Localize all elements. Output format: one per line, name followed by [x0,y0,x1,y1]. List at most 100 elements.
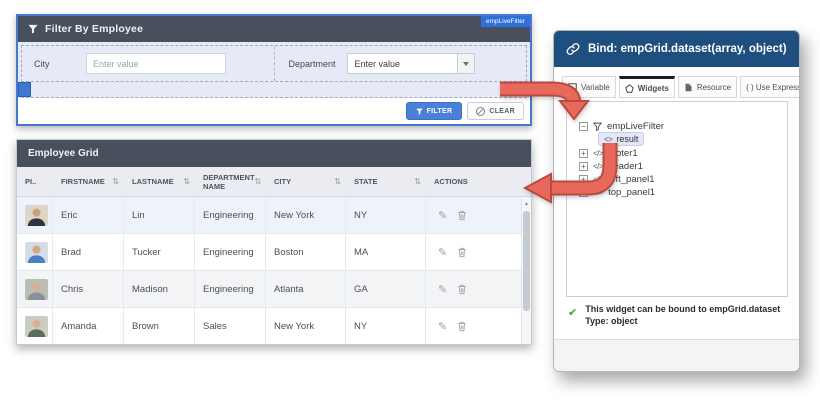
table-row[interactable]: Eric Lin Engineering New York NY ✎ [17,197,531,234]
department-select-value: Enter value [348,59,457,69]
bind-message-line1: This widget can be bound to empGrid.data… [585,303,780,315]
filter-button[interactable]: FILTER [406,102,463,120]
filter-panel-header: Filter By Employee empLiveFilter [18,16,530,42]
city-cell: New York [266,308,346,344]
filter-button-label: FILTER [427,108,453,115]
picture-cell [17,197,53,233]
state-cell: MA [346,234,426,270]
edit-icon[interactable]: ✎ [438,283,447,296]
scrollbar-thumb[interactable] [523,211,530,311]
tree-item-left-panel1[interactable]: + </> left_panel1 [579,173,787,185]
expand-toggle-icon[interactable]: + [579,162,588,171]
delete-icon[interactable] [457,321,467,332]
filter-fields-row: City Department Enter value [21,45,527,82]
edit-icon[interactable]: ✎ [438,320,447,333]
column-header-firstname[interactable]: FIRSTNAME ⇅ [53,167,124,196]
sort-icon[interactable]: ⇅ [112,177,119,186]
chevron-down-icon [457,54,474,73]
tree-item-footer1[interactable]: + </> footer1 [579,147,787,159]
state-cell: NY [346,197,426,233]
department-cell: Engineering [195,271,266,307]
sort-icon[interactable]: ⇅ [334,177,341,186]
variable-icon [568,83,577,92]
delete-icon[interactable] [457,210,467,221]
tree-item-top-panel1[interactable]: + </> top_panel1 [579,186,787,198]
collapse-toggle-icon[interactable]: − [579,122,588,131]
lastname-cell: Madison [124,271,195,307]
tab-variable[interactable]: Variable [562,76,616,98]
bind-message-line2: Type: object [585,315,780,327]
employee-photo [25,205,48,226]
tree-item-label: left_panel1 [608,174,654,185]
department-select[interactable]: Enter value [347,53,475,74]
column-header-city[interactable]: CITY ⇅ [266,167,346,196]
employee-photo [25,316,48,337]
lastname-cell: Tucker [124,234,195,270]
filter-form-area: City Department Enter value [18,42,530,98]
selection-handle[interactable] [18,82,31,97]
lastname-cell: Lin [124,197,195,233]
column-header-department[interactable]: DEPARTMENT NAME ⇅ [195,167,266,196]
sort-icon[interactable]: ⇅ [255,177,262,186]
table-row[interactable]: Chris Madison Engineering Atlanta GA ✎ [17,271,531,308]
tree-item-label: header1 [608,161,643,172]
edit-icon[interactable]: ✎ [438,209,447,222]
table-row[interactable]: Amanda Brown Sales New York NY ✎ [17,308,531,345]
firstname-cell: Chris [53,271,124,307]
column-header-lastname[interactable]: LASTNAME ⇅ [124,167,195,196]
clear-button-label: CLEAR [489,108,515,115]
clear-button[interactable]: CLEAR [467,102,524,120]
tree-item-label: empLiveFilter [607,121,664,132]
bind-dialog: Bind: empGrid.dataset(array, object) Var… [553,30,800,372]
tree-item-result[interactable]: <> result [598,133,787,145]
tree-item-label: footer1 [608,148,638,159]
bind-dialog-header: Bind: empGrid.dataset(array, object) [554,31,799,67]
firstname-cell: Eric [53,197,124,233]
tab-widgets[interactable]: Widgets [619,76,675,98]
scroll-up-button[interactable]: ▲ [522,198,531,209]
ban-icon [476,107,485,116]
grid-scrollbar[interactable]: ▲ [521,198,531,344]
tree-item-emplivefilter[interactable]: − empLiveFilter [579,120,787,132]
widgets-icon [625,84,634,93]
delete-icon[interactable] [457,284,467,295]
grid-title: Employee Grid [28,148,99,159]
bind-dialog-footer [554,339,799,371]
result-badge[interactable]: <> result [598,132,644,146]
picture-cell [17,271,53,307]
widget-name-badge: empLiveFilter [481,16,530,27]
state-cell: GA [346,271,426,307]
city-cell: New York [266,197,346,233]
city-label: City [34,59,86,69]
table-row[interactable]: Brad Tucker Engineering Boston MA ✎ [17,234,531,271]
code-icon: <> [604,135,612,144]
edit-icon[interactable]: ✎ [438,246,447,259]
city-input[interactable] [86,53,226,74]
tab-use-expression[interactable]: ( ) Use Expression [740,76,800,98]
employee-grid-panel: Employee Grid PI.. FIRSTNAME ⇅ LASTNAME … [16,139,532,345]
bind-dialog-tabs: Variable Widgets Resource ( ) Use Expres… [554,67,799,98]
grid-panel-header: Employee Grid [17,140,531,167]
sort-icon[interactable]: ⇅ [414,177,421,186]
funnel-icon [593,122,602,131]
column-header-state[interactable]: STATE ⇅ [346,167,426,196]
actions-cell: ✎ [426,271,520,307]
department-cell: Engineering [195,197,266,233]
tree-item-header1[interactable]: + </> header1 [579,160,787,172]
expand-toggle-icon[interactable]: + [579,188,588,197]
sort-icon[interactable]: ⇅ [183,177,190,186]
code-icon: </> [593,149,603,158]
expand-toggle-icon[interactable]: + [579,149,588,158]
delete-icon[interactable] [457,247,467,258]
expand-toggle-icon[interactable]: + [579,175,588,184]
result-label: result [616,134,638,144]
actions-cell: ✎ [426,234,520,270]
bind-dialog-title: Bind: empGrid.dataset(array, object) [588,43,787,55]
firstname-cell: Amanda [53,308,124,344]
department-form-group: Department Enter value [274,46,527,81]
check-icon: ✔ [568,306,577,327]
filter-button-row: FILTER CLEAR [18,98,530,124]
funnel-icon [28,24,38,34]
filter-designer-strip [21,82,527,98]
tab-resource[interactable]: Resource [678,76,737,98]
